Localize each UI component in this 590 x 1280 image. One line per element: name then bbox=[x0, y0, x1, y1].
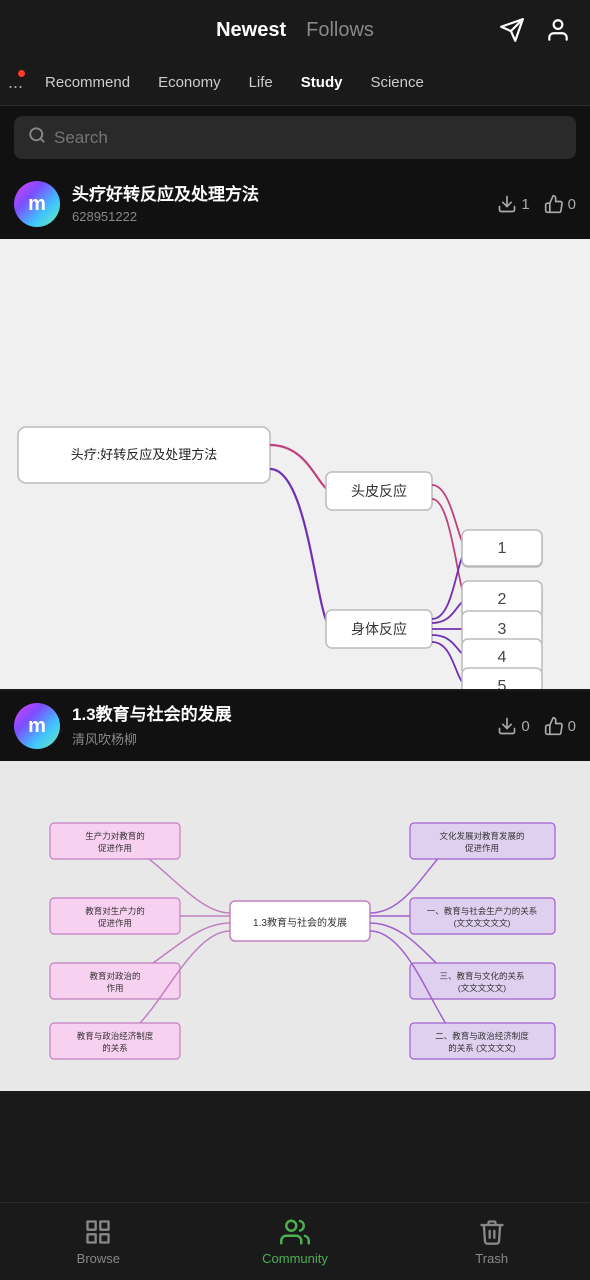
bottom-nav: Browse Community Trash bbox=[0, 1202, 590, 1280]
more-categories-button[interactable]: ... bbox=[8, 72, 23, 93]
svg-text:头皮反应: 头皮反应 bbox=[351, 483, 407, 499]
post1-download-button[interactable]: 1 bbox=[497, 194, 529, 214]
svg-text:二、教育与政治经济制度: 二、教育与政治经济制度 bbox=[435, 1031, 529, 1041]
mindmap1-final: 头疗:好转反应及处理方法 头皮反应 1 2 身体反应 bbox=[0, 239, 590, 689]
svg-text:的关系: 的关系 bbox=[102, 1043, 128, 1053]
category-science[interactable]: Science bbox=[356, 70, 437, 95]
post1-actions: 1 0 bbox=[497, 194, 576, 214]
post1-like-button[interactable]: 0 bbox=[544, 194, 576, 214]
app-header: Newest Follows bbox=[0, 0, 590, 60]
notification-indicator bbox=[18, 70, 25, 77]
browse-icon bbox=[83, 1217, 113, 1247]
nav-community[interactable]: Community bbox=[197, 1217, 394, 1266]
newest-tab[interactable]: Newest bbox=[216, 19, 286, 42]
svg-text:促进作用: 促进作用 bbox=[98, 918, 132, 928]
mindmap2-svg: 1.3教育与社会的发展 生产力对教育的 促进作用 教育对生产力的 促进作用 教育… bbox=[0, 761, 590, 1091]
svg-text:(文文文文文): (文文文文文) bbox=[458, 983, 506, 993]
svg-text:2: 2 bbox=[498, 591, 507, 608]
svg-text:身体反应: 身体反应 bbox=[351, 621, 407, 637]
nav-browse[interactable]: Browse bbox=[0, 1217, 197, 1266]
svg-text:1.3教育与社会的发展: 1.3教育与社会的发展 bbox=[253, 916, 347, 929]
svg-text:促进作用: 促进作用 bbox=[465, 843, 499, 853]
svg-text:教育与政治经济制度: 教育与政治经济制度 bbox=[77, 1031, 154, 1041]
post2-meta: 1.3教育与社会的发展 清风吹杨柳 bbox=[72, 704, 485, 747]
category-study[interactable]: Study bbox=[287, 70, 357, 95]
category-bar: ... Recommend Economy Life Study Science bbox=[0, 60, 590, 106]
svg-text:一、教育与社会生产力的关系: 一、教育与社会生产力的关系 bbox=[427, 906, 538, 916]
svg-text:三、教育与文化的关系: 三、教育与文化的关系 bbox=[439, 971, 524, 981]
post1-download-count: 1 bbox=[521, 196, 529, 213]
svg-text:文化发展对教育发展的: 文化发展对教育发展的 bbox=[439, 831, 524, 841]
follows-tab[interactable]: Follows bbox=[306, 19, 374, 42]
community-label: Community bbox=[262, 1251, 328, 1266]
svg-text:生产力对教育的: 生产力对教育的 bbox=[85, 831, 145, 841]
mindmap2-area[interactable]: 1.3教育与社会的发展 生产力对教育的 促进作用 教育对生产力的 促进作用 教育… bbox=[0, 761, 590, 1091]
post1-meta: 头疗好转反应及处理方法 628951222 bbox=[72, 184, 485, 223]
post2-actions: 0 0 bbox=[497, 716, 576, 736]
svg-text:3: 3 bbox=[498, 621, 507, 638]
post2-download-button[interactable]: 0 bbox=[497, 716, 529, 736]
post1-title[interactable]: 头疗好转反应及处理方法 bbox=[72, 184, 485, 206]
post2-avatar: m bbox=[14, 703, 60, 749]
svg-text:头疗:好转反应及处理方法: 头疗:好转反应及处理方法 bbox=[71, 447, 218, 462]
post2-author: 清风吹杨柳 bbox=[72, 729, 485, 748]
category-economy[interactable]: Economy bbox=[144, 70, 235, 95]
post-card-2: m 1.3教育与社会的发展 清风吹杨柳 0 0 bbox=[0, 691, 590, 1091]
search-input[interactable] bbox=[54, 128, 562, 148]
svg-text:1: 1 bbox=[498, 540, 507, 557]
header-tabs: Newest Follows bbox=[216, 19, 374, 42]
post2-header: m 1.3教育与社会的发展 清风吹杨柳 0 0 bbox=[0, 691, 590, 761]
search-bar bbox=[0, 106, 590, 169]
post1-avatar: m bbox=[14, 181, 60, 227]
browse-label: Browse bbox=[77, 1251, 120, 1266]
post1-like-count: 0 bbox=[568, 196, 576, 213]
category-recommend[interactable]: Recommend bbox=[31, 70, 144, 95]
post1-author: 628951222 bbox=[72, 209, 485, 224]
search-icon bbox=[28, 126, 46, 149]
svg-text:4: 4 bbox=[498, 649, 507, 666]
profile-icon[interactable] bbox=[542, 14, 574, 46]
post2-download-count: 0 bbox=[521, 718, 529, 735]
post2-like-count: 0 bbox=[568, 718, 576, 735]
svg-text:教育对政治的: 教育对政治的 bbox=[89, 971, 140, 981]
svg-text:(文文文文文文): (文文文文文文) bbox=[454, 918, 511, 928]
mindmap1-area[interactable]: 头疗:好转反应及处理方法 头皮反应 1 2 身体反应 1 bbox=[0, 239, 590, 689]
trash-label: Trash bbox=[475, 1251, 508, 1266]
nav-trash[interactable]: Trash bbox=[393, 1217, 590, 1266]
header-icons bbox=[496, 14, 574, 46]
post2-like-button[interactable]: 0 bbox=[544, 716, 576, 736]
post2-title[interactable]: 1.3教育与社会的发展 bbox=[72, 704, 485, 726]
post-card-1: m 头疗好转反应及处理方法 628951222 1 0 bbox=[0, 169, 590, 689]
svg-text:教育对生产力的: 教育对生产力的 bbox=[85, 906, 145, 916]
svg-text:5: 5 bbox=[498, 678, 507, 689]
post1-header: m 头疗好转反应及处理方法 628951222 1 0 bbox=[0, 169, 590, 239]
search-input-wrap[interactable] bbox=[14, 116, 576, 159]
send-icon[interactable] bbox=[496, 14, 528, 46]
svg-text:作用: 作用 bbox=[106, 983, 123, 993]
category-life[interactable]: Life bbox=[235, 70, 287, 95]
trash-icon bbox=[477, 1217, 507, 1247]
community-icon bbox=[280, 1217, 310, 1247]
svg-text:促进作用: 促进作用 bbox=[98, 843, 132, 853]
svg-text:的关系 (文文文文): 的关系 (文文文文) bbox=[448, 1043, 516, 1053]
